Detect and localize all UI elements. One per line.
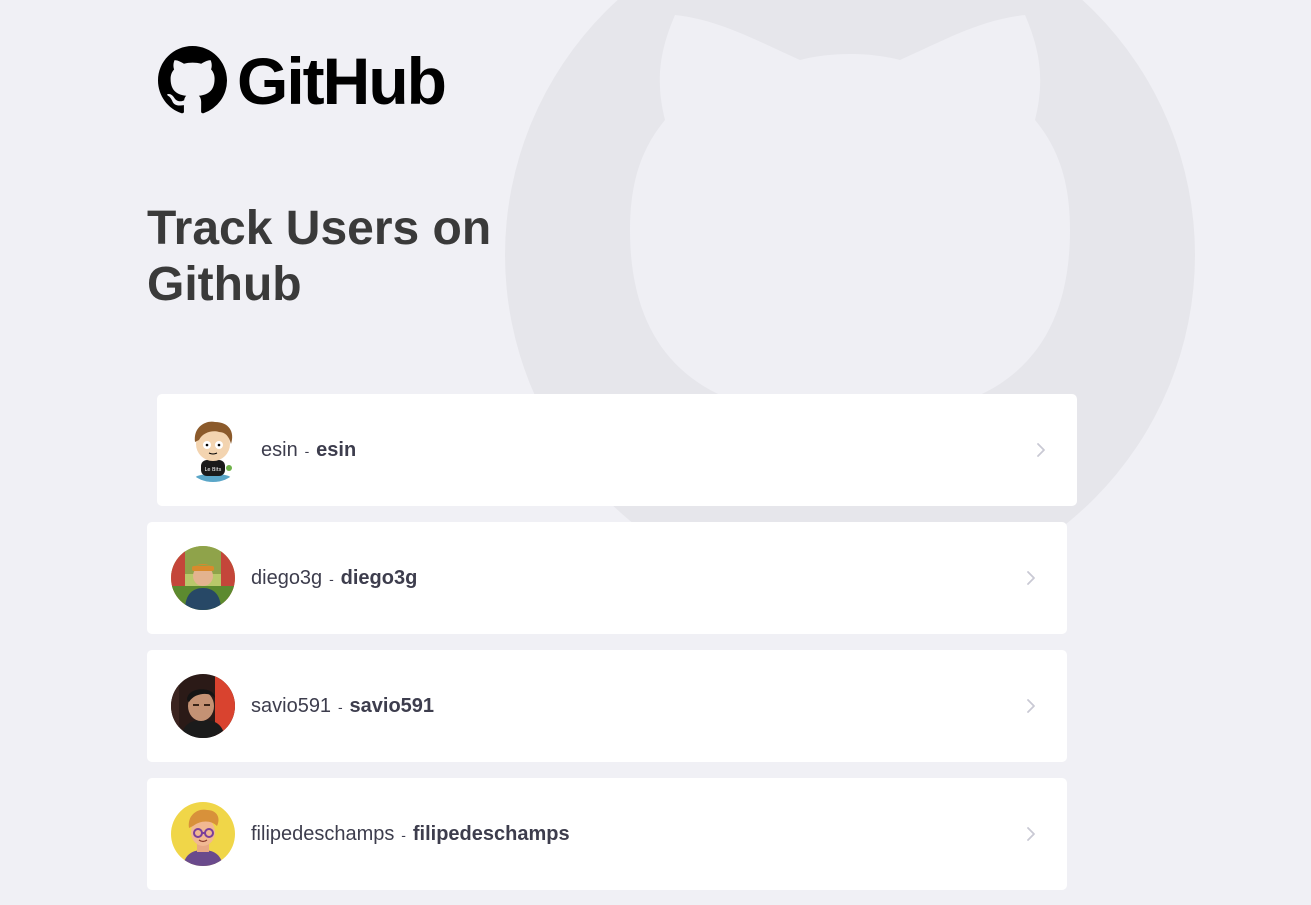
- github-logo[interactable]: GitHub: [158, 43, 447, 118]
- page: GitHub Track Users on Github Le Bits esi…: [0, 0, 1311, 905]
- avatar: Le Bits: [181, 418, 245, 482]
- avatar: [171, 802, 235, 866]
- user-text: esin - esin: [261, 439, 356, 462]
- separator: -: [325, 570, 338, 587]
- user-login: savio591: [349, 694, 435, 717]
- user-text: savio591 - savio591: [251, 695, 434, 718]
- user-login: filipedeschamps: [412, 822, 570, 845]
- chevron-right-icon: [1027, 571, 1035, 585]
- user-name: diego3g: [251, 566, 323, 589]
- user-card-esin[interactable]: Le Bits esin - esin: [157, 394, 1077, 506]
- user-login: esin: [316, 438, 357, 461]
- svg-text:Le Bits: Le Bits: [205, 467, 222, 473]
- chevron-right-icon: [1037, 443, 1045, 457]
- github-wordmark: GitHub: [237, 43, 447, 118]
- user-name: filipedeschamps: [251, 822, 395, 845]
- page-title: Track Users on Github: [147, 202, 492, 311]
- user-card-filipedeschamps[interactable]: filipedeschamps - filipedeschamps: [147, 778, 1067, 890]
- separator: -: [397, 826, 410, 843]
- github-octocat-watermark-icon: [505, 0, 1195, 600]
- user-login: diego3g: [340, 566, 418, 589]
- user-name: savio591: [251, 694, 332, 717]
- user-name: esin: [261, 438, 298, 461]
- chevron-right-icon: [1027, 699, 1035, 713]
- separator: -: [334, 698, 347, 715]
- github-octocat-icon: [158, 46, 227, 114]
- user-card-diego3g[interactable]: diego3g - diego3g: [147, 522, 1067, 634]
- user-text: filipedeschamps - filipedeschamps: [251, 823, 570, 846]
- user-card-savio591[interactable]: savio591 - savio591: [147, 650, 1067, 762]
- chevron-right-icon: [1027, 827, 1035, 841]
- avatar: [171, 546, 235, 610]
- separator: -: [300, 442, 314, 459]
- user-text: diego3g - diego3g: [251, 567, 417, 590]
- avatar: [171, 674, 235, 738]
